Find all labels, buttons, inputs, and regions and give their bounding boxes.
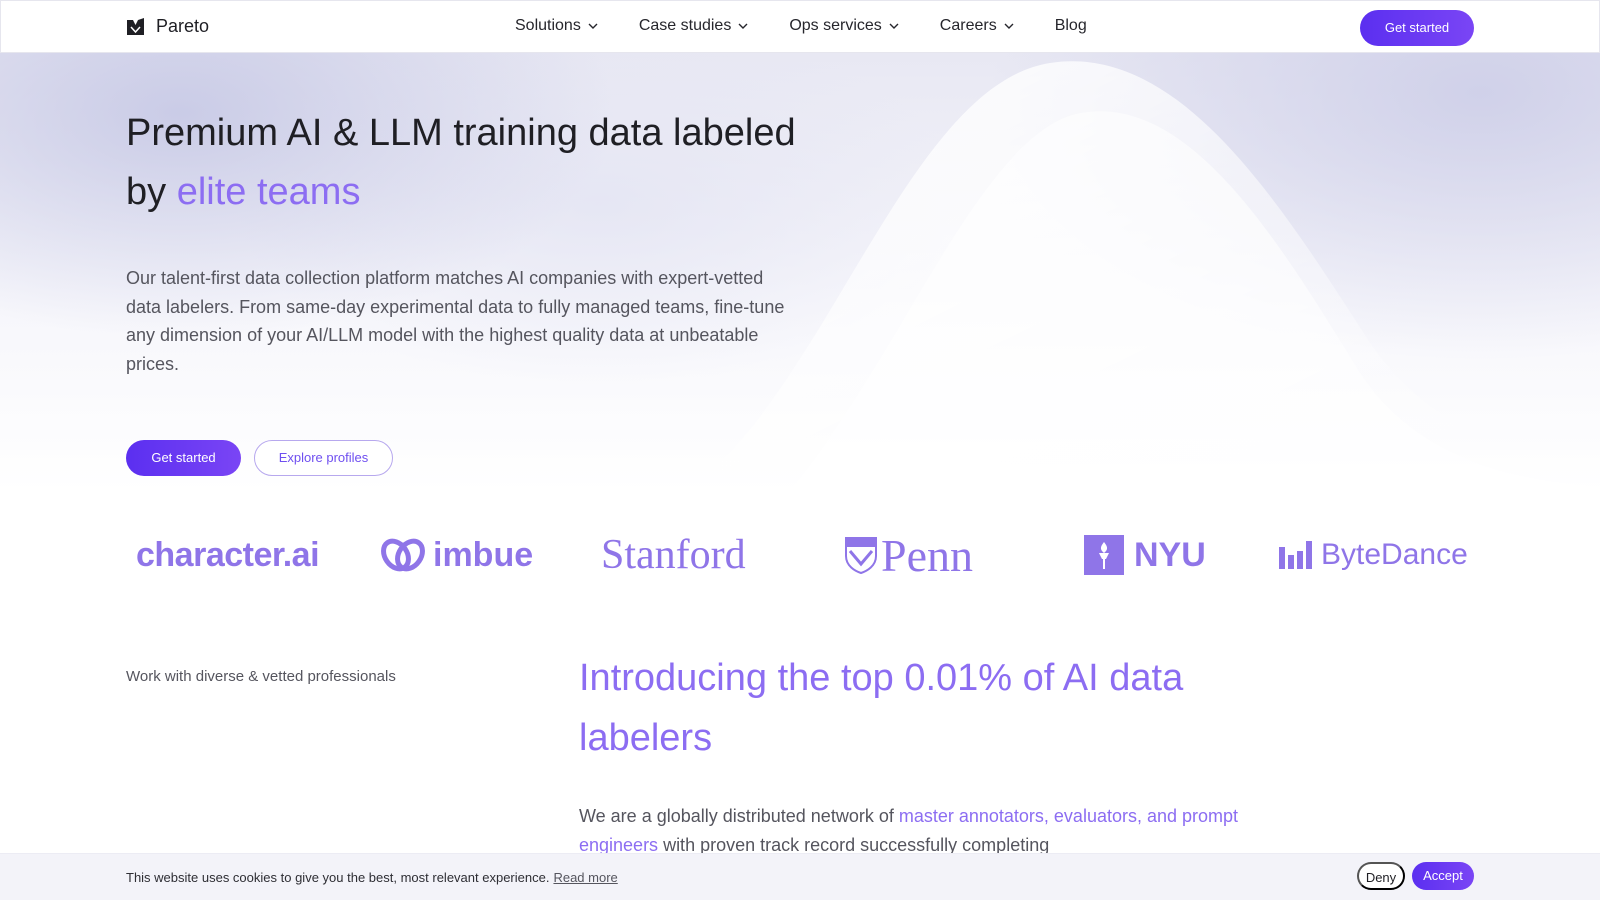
brand[interactable]: Pareto	[127, 16, 209, 37]
chevron-down-icon	[889, 23, 899, 29]
hero-wave-decoration	[720, 61, 1600, 493]
cookie-read-more-link[interactable]: Read more	[553, 870, 617, 885]
imbue-mark-icon	[381, 538, 425, 572]
nav-item-careers[interactable]: Careers	[940, 17, 1015, 35]
stanford-logo-text: Stanford	[601, 532, 746, 578]
nav-item-blog[interactable]: Blog	[1055, 17, 1087, 35]
hero-description: Our talent-first data collection platfor…	[126, 268, 785, 374]
penn-logo: Penn	[845, 527, 973, 583]
nav-item-ops-services[interactable]: Ops services	[789, 17, 899, 35]
bytedance-logo-text: ByteDance	[1321, 538, 1468, 571]
explore-profiles-button[interactable]: Explore profiles	[254, 440, 393, 476]
nav-item-label: Blog	[1054, 17, 1087, 34]
imbue-logo: imbue	[381, 527, 533, 583]
brand-name: Pareto	[156, 16, 210, 36]
bytedance-logo: ByteDance	[1279, 527, 1468, 583]
character-ai-logo: character.ai	[136, 527, 320, 583]
main-nav: Solutions Case studies Ops services Care…	[515, 17, 1087, 35]
chevron-down-icon	[588, 23, 598, 29]
stanford-logo: Stanford	[601, 527, 746, 583]
cookie-message: This website uses cookies to give you th…	[126, 870, 618, 885]
nav-item-label: Ops services	[789, 17, 882, 34]
hero-actions: Get started Explore profiles	[126, 440, 393, 476]
cookie-deny-button[interactable]: Deny	[1357, 862, 1405, 890]
nav-item-label: Careers	[939, 17, 997, 34]
section-body-start: We are a globally distributed network of	[579, 806, 899, 826]
cookie-banner: This website uses cookies to give you th…	[0, 853, 1600, 900]
nyu-torch-icon	[1084, 535, 1124, 575]
nav-item-solutions[interactable]: Solutions	[515, 17, 599, 35]
customer-logos: character.ai imbue Stanford Penn NYU Byt…	[126, 527, 1472, 583]
nyu-logo: NYU	[1084, 527, 1206, 583]
section-eyebrow: Work with diverse & vetted professionals	[126, 668, 396, 685]
chevron-down-icon	[738, 23, 748, 29]
pareto-logo-icon	[127, 18, 144, 35]
hero-title: Premium AI & LLM training data labeled b…	[126, 104, 846, 222]
nav-item-case-studies[interactable]: Case studies	[639, 17, 750, 35]
nav-item-label: Case studies	[638, 17, 732, 34]
imbue-logo-text: imbue	[433, 535, 534, 574]
section-body-end: with proven track record successfully co…	[658, 834, 1050, 855]
cookie-accept-button[interactable]: Accept	[1412, 862, 1474, 890]
nav-item-label: Solutions	[515, 17, 581, 34]
hero-get-started-button[interactable]: Get started	[126, 440, 241, 476]
penn-shield-icon	[845, 537, 877, 574]
header-get-started-button[interactable]: Get started	[1360, 10, 1474, 46]
chevron-down-icon	[1004, 23, 1014, 29]
hero-title-accent: elite teams	[176, 171, 361, 213]
nyu-logo-text: NYU	[1134, 535, 1206, 574]
penn-logo-text: Penn	[881, 529, 973, 581]
bytedance-bars-icon	[1279, 541, 1312, 569]
section-body: We are a globally distributed network of…	[579, 802, 1239, 859]
cookie-text: This website uses cookies to give you th…	[126, 870, 550, 885]
top-nav: Pareto Solutions Case studies Ops servic…	[0, 0, 1600, 53]
character-ai-logo-text: character.ai	[136, 535, 320, 574]
section-title: Introducing the top 0.01% of AI data lab…	[579, 657, 1184, 759]
